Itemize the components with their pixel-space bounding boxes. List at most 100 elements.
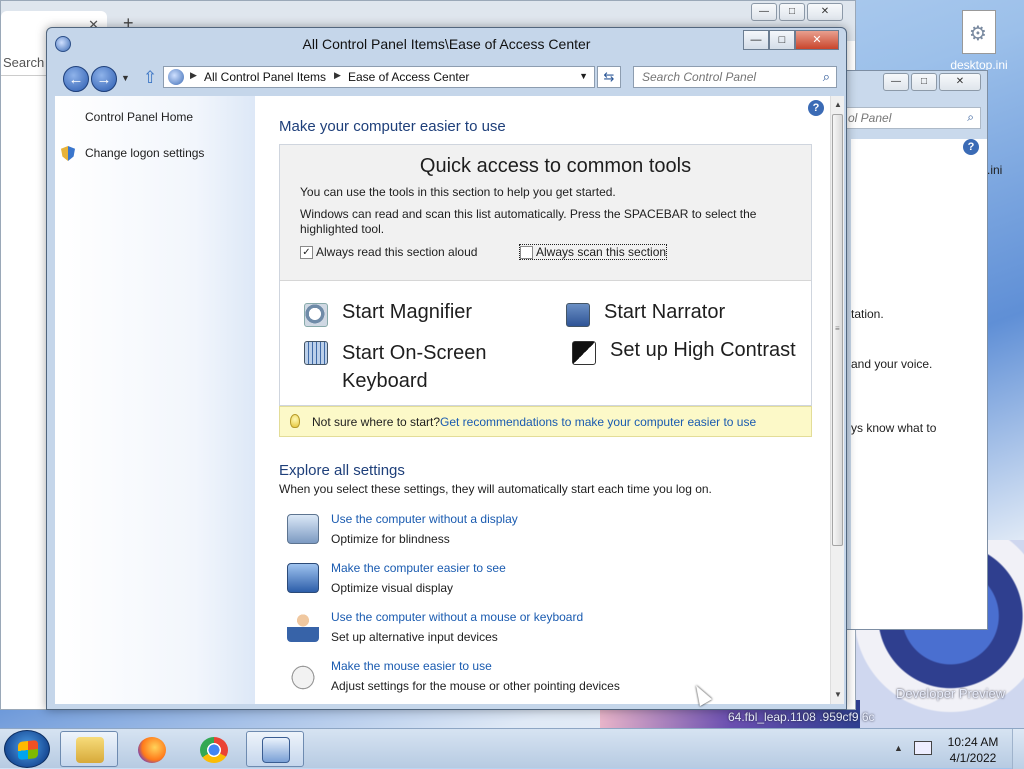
up-arrow-icon[interactable]: ⇧ [143, 68, 157, 88]
divider [1, 75, 51, 76]
clock-time: 10:24 AM [947, 735, 999, 749]
recent-pages-chevron-icon[interactable]: ▼ [121, 73, 130, 83]
start-osk-button[interactable]: Start On-Screen Keyboard [304, 339, 524, 395]
quick-access-title: Quick access to common tools [419, 155, 692, 177]
explore-desc: Adjust settings for the mouse or other p… [331, 679, 620, 693]
back-button[interactable]: ← [63, 66, 89, 92]
checkbox-checked-icon[interactable]: ✓ [300, 245, 313, 259]
keyboard-icon [304, 341, 328, 365]
bg-minimize-button[interactable]: — [883, 73, 909, 91]
browser-close-button[interactable]: ✕ [807, 3, 843, 21]
vertical-scrollbar[interactable]: ▲ ≡ ▼ [830, 96, 844, 704]
browser-search-label[interactable]: Search [3, 55, 44, 70]
bg-search-placeholder: ol Panel [848, 111, 892, 125]
scan-section-checkbox[interactable]: Always scan this section [518, 244, 668, 260]
high-contrast-button[interactable]: Set up High Contrast [572, 339, 796, 365]
bg-close-button[interactable]: ✕ [939, 73, 981, 91]
refresh-button[interactable]: ⇆ [597, 66, 621, 88]
taskbar: ▲ 10:24 AM 4/1/2022 [0, 728, 1024, 769]
explore-link[interactable]: Use the computer without a mouse or keyb… [331, 610, 583, 624]
magnifier-icon [304, 303, 328, 327]
high-contrast-icon [572, 341, 596, 365]
build-watermark: 64.fbl_leap.1108 .959cf9 6c [728, 710, 875, 724]
explore-link[interactable]: Make the mouse easier to use [331, 659, 492, 673]
browser-maximize-button[interactable]: □ [779, 3, 805, 21]
lightbulb-icon [290, 414, 300, 428]
help-icon[interactable]: ? [963, 139, 979, 155]
breadcrumb-ease-of-access[interactable]: Ease of Access Center [348, 70, 469, 84]
start-narrator-button[interactable]: Start Narrator [566, 301, 725, 327]
control-panel-home-link[interactable]: Control Panel Home [85, 110, 193, 124]
close-button[interactable]: ✕ [795, 30, 839, 50]
scroll-up-icon[interactable]: ▲ [831, 98, 845, 112]
search-input[interactable] [640, 68, 810, 86]
explore-desc: Optimize for blindness [331, 532, 450, 546]
bg-search-box[interactable]: ol Panel ⌕ [843, 107, 981, 129]
control-panel-icon [262, 737, 290, 763]
explore-desc: Optimize visual display [331, 581, 454, 595]
tip-prefix: Not sure where to start? [312, 415, 441, 429]
breadcrumb-all-items[interactable]: All Control Panel Items [204, 70, 326, 84]
chevron-right-icon[interactable]: ▶ [334, 70, 341, 81]
folder-icon [76, 737, 104, 763]
file-icon [962, 10, 996, 54]
narrator-icon [566, 303, 590, 327]
start-button[interactable] [4, 730, 50, 768]
person-icon [287, 612, 319, 642]
control-panel-icon [168, 69, 184, 85]
forward-button[interactable]: → [91, 66, 117, 92]
scan-section-label[interactable]: Always scan this section [536, 245, 666, 259]
grip-icon: ≡ [835, 324, 840, 333]
taskbar-chrome[interactable] [184, 731, 242, 767]
developer-preview-watermark: Developer Preview [896, 686, 1006, 701]
chevron-right-icon[interactable]: ▶ [190, 70, 197, 81]
recommendation-tip: Not sure where to start? Get recommendat… [279, 406, 812, 437]
maximize-button[interactable]: □ [769, 30, 795, 50]
bg-window-content: ? .ini tation. and your voice. ys know w… [851, 139, 1002, 629]
checkbox-unchecked-icon[interactable] [520, 245, 533, 259]
read-aloud-label[interactable]: Always read this section aloud [316, 245, 477, 259]
change-logon-settings-link[interactable]: Change logon settings [85, 146, 204, 160]
address-bar[interactable]: ▶ All Control Panel Items ▶ Ease of Acce… [163, 66, 595, 88]
address-dropdown-icon[interactable]: ▼ [579, 71, 588, 81]
window-title: All Control Panel Items\Ease of Access C… [302, 36, 591, 52]
start-magnifier-button[interactable]: Start Magnifier [304, 301, 472, 327]
bg-text-1: tation. [851, 307, 884, 321]
read-aloud-checkbox[interactable]: ✓ Always read this section aloud [300, 245, 477, 259]
quick-access-panel: Quick access to common tools You can use… [279, 144, 812, 406]
taskbar-control-panel[interactable] [246, 731, 304, 767]
help-icon[interactable]: ? [808, 100, 824, 116]
scroll-down-icon[interactable]: ▼ [831, 688, 845, 702]
network-icon[interactable] [914, 741, 932, 755]
monitor-icon [287, 563, 319, 593]
chrome-icon [200, 737, 228, 763]
search-icon[interactable]: ⌕ [823, 69, 830, 85]
firefox-icon [138, 737, 166, 763]
title-bar[interactable]: All Control Panel Items\Ease of Access C… [47, 28, 846, 60]
explore-heading: Explore all settings [279, 462, 405, 479]
navigation-bar: ← → ▼ ⇧ ▶ All Control Panel Items ▶ Ease… [47, 60, 846, 96]
scroll-thumb[interactable]: ≡ [832, 114, 843, 546]
sidebar: Control Panel Home Change logon settings [55, 96, 255, 704]
browser-minimize-button[interactable]: — [751, 3, 777, 21]
minimize-button[interactable]: — [743, 30, 769, 50]
bg-text-3: ys know what to [851, 421, 937, 435]
show-hidden-icons-icon[interactable]: ▲ [894, 743, 903, 753]
search-box[interactable]: ⌕ [633, 66, 837, 88]
start-magnifier-label: Start Magnifier [342, 301, 473, 323]
background-window[interactable]: — □ ✕ ol Panel ⌕ ? .ini tation. and your… [842, 70, 1002, 630]
bg-maximize-button[interactable]: □ [911, 73, 937, 91]
quick-access-text-2: Windows can read and scan this list auto… [300, 207, 757, 236]
bg-text-ini: .ini [987, 163, 1003, 177]
show-desktop-button[interactable] [1012, 729, 1024, 769]
explore-link[interactable]: Use the computer without a display [331, 512, 518, 526]
taskbar-firefox[interactable] [122, 731, 180, 767]
start-osk-label: Start On-Screen Keyboard [342, 342, 487, 392]
desktop-ini-icon[interactable]: desktop.ini [944, 10, 1014, 72]
main-content: ? Make your computer easier to use Quick… [255, 96, 830, 704]
clock[interactable]: 10:24 AM 4/1/2022 [940, 734, 1006, 766]
get-recommendations-link[interactable]: Get recommendations to make your compute… [440, 415, 756, 429]
explore-link[interactable]: Make the computer easier to see [331, 561, 506, 575]
taskbar-explorer[interactable] [60, 731, 118, 767]
ease-of-access-window[interactable]: All Control Panel Items\Ease of Access C… [46, 27, 847, 710]
